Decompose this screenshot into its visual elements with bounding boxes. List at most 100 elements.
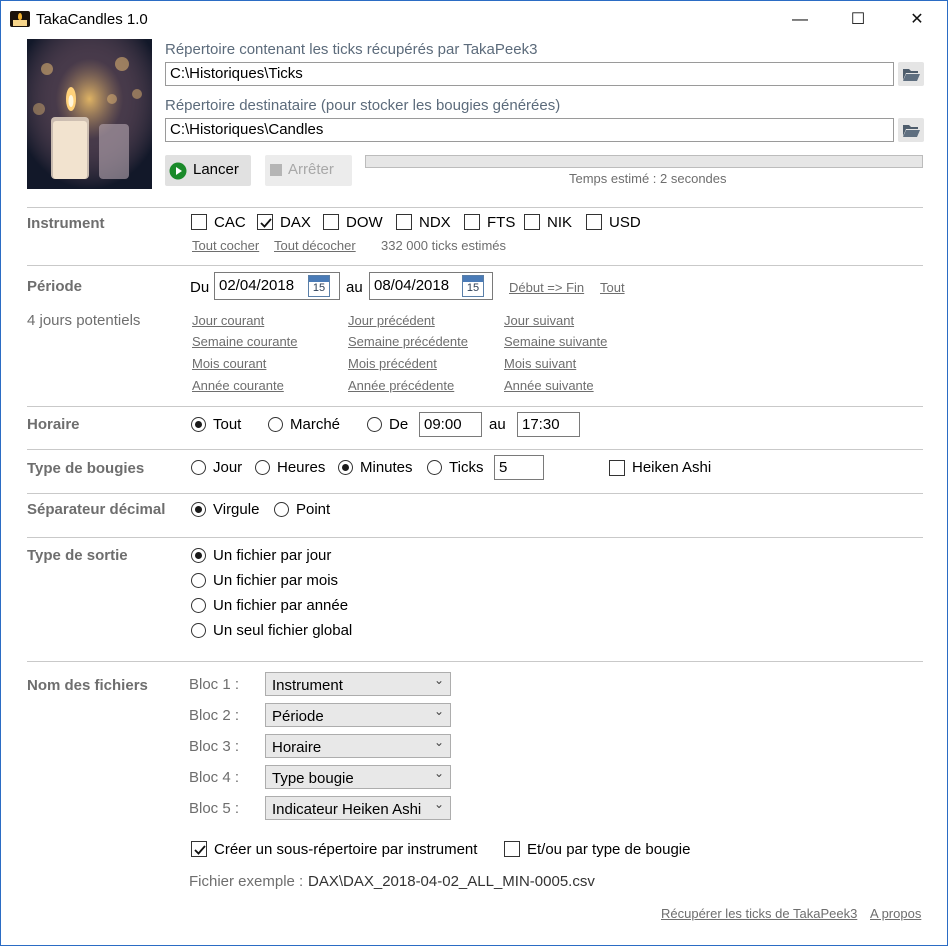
candle-period-input[interactable]: 5 (494, 455, 544, 480)
calendar-icon[interactable]: 15 (308, 275, 330, 297)
heiken-ashi-checkbox[interactable] (609, 460, 625, 476)
decimal-point-radio[interactable] (274, 502, 289, 517)
separator (27, 207, 923, 208)
calendar-icon[interactable]: 15 (462, 275, 484, 297)
folder-open-icon (903, 69, 920, 81)
destination-browse-button[interactable] (898, 118, 924, 142)
fetch-ticks-link[interactable]: Récupérer les ticks de TakaPeek3 (661, 906, 857, 921)
about-link[interactable]: A propos (870, 906, 921, 921)
start-to-end-link[interactable]: Début => Fin (509, 280, 584, 295)
schedule-custom-radio[interactable] (367, 417, 382, 432)
schedule-all-label: Tout (213, 416, 242, 433)
schedule-market-radio[interactable] (268, 417, 283, 432)
source-browse-button[interactable] (898, 62, 924, 86)
filename-block-select[interactable]: Horaire ⌄ (265, 734, 451, 758)
start-button-label: Lancer (193, 161, 239, 178)
period-to-label: au (346, 279, 363, 296)
schedule-from-input[interactable]: 09:00 (419, 412, 482, 437)
uncheck-all-link[interactable]: Tout décocher (274, 238, 356, 253)
filename-block-value: Indicateur Heiken Ashi (272, 801, 422, 818)
period-shortcut-link[interactable]: Semaine courante (192, 334, 298, 349)
candle-ticks-radio[interactable] (427, 460, 442, 475)
period-shortcut-link[interactable]: Année suivante (504, 378, 594, 393)
close-button[interactable]: ✕ (903, 9, 931, 31)
separator (27, 449, 923, 450)
period-shortcut-link[interactable]: Jour précédent (348, 313, 435, 328)
candle-day-radio[interactable] (191, 460, 206, 475)
instrument-label-cac: CAC (214, 214, 246, 231)
filename-block-label: Bloc 3 : (189, 738, 240, 755)
play-icon (169, 162, 187, 180)
period-shortcut-link[interactable]: Jour suivant (504, 313, 574, 328)
instrument-checkbox-nik[interactable] (524, 214, 540, 230)
period-shortcut-link[interactable]: Jour courant (192, 313, 264, 328)
candle-hours-label: Heures (277, 459, 326, 476)
decimal-separator-section-label: Séparateur décimal (27, 501, 166, 518)
filename-block-select[interactable]: Instrument ⌄ (265, 672, 451, 696)
check-icon (260, 218, 272, 228)
instrument-label-dow: DOW (346, 214, 383, 231)
period-section-label: Période (27, 278, 83, 295)
potential-days: 4 jours potentiels (27, 312, 141, 329)
output-type-radio[interactable] (191, 598, 206, 613)
filename-block-label: Bloc 2 : (189, 707, 240, 724)
period-shortcut-link[interactable]: Mois précédent (348, 356, 437, 371)
source-directory-input[interactable]: C:\Historiques\Ticks (165, 62, 894, 86)
period-shortcut-link[interactable]: Semaine précédente (348, 334, 468, 349)
period-shortcut-link[interactable]: Année précédente (348, 378, 454, 393)
candle-type-section-label: Type de bougies (27, 460, 145, 477)
candle-hours-radio[interactable] (255, 460, 270, 475)
candle-day-label: Jour (213, 459, 243, 476)
calendar-day: 15 (466, 282, 480, 294)
subdir-instrument-checkbox[interactable] (191, 841, 207, 857)
instrument-checkbox-usd[interactable] (586, 214, 602, 230)
source-directory-label: Répertoire contenant les ticks récupérés… (165, 41, 538, 58)
instrument-checkbox-dow[interactable] (323, 214, 339, 230)
destination-directory-label: Répertoire destinataire (pour stocker le… (165, 97, 561, 114)
schedule-custom-label: De (389, 416, 409, 433)
instrument-label-dax: DAX (280, 214, 311, 231)
period-to-date[interactable]: 08/04/2018 15 (369, 272, 493, 300)
output-type-label: Un fichier par jour (213, 547, 332, 564)
check-all-link[interactable]: Tout cocher (192, 238, 259, 253)
separator (27, 406, 923, 407)
all-period-link[interactable]: Tout (600, 280, 625, 295)
stop-button[interactable]: Arrêter (265, 155, 352, 186)
folder-open-icon (903, 125, 920, 137)
decimal-point-label: Point (296, 501, 331, 518)
period-shortcut-link[interactable]: Année courante (192, 378, 284, 393)
chevron-down-icon: ⌄ (433, 797, 444, 811)
subdir-type-label: Et/ou par type de bougie (527, 841, 691, 858)
period-shortcut-link[interactable]: Mois courant (192, 356, 266, 371)
instrument-label-usd: USD (609, 214, 641, 231)
ticks-estimate: 332 000 ticks estimés (381, 238, 507, 253)
instrument-checkbox-fts[interactable] (464, 214, 480, 230)
decimal-comma-radio[interactable] (191, 502, 206, 517)
start-button[interactable]: Lancer (165, 155, 251, 186)
filename-block-select[interactable]: Type bougie ⌄ (265, 765, 451, 789)
maximize-button[interactable]: ☐ (844, 9, 872, 31)
period-from-date[interactable]: 02/04/2018 15 (214, 272, 340, 300)
output-type-radio[interactable] (191, 623, 206, 638)
instrument-checkbox-dax[interactable] (257, 214, 273, 230)
separator (27, 537, 923, 538)
candle-app-icon (10, 11, 30, 27)
filename-block-select[interactable]: Période ⌄ (265, 703, 451, 727)
filename-block-label: Bloc 1 : (189, 676, 240, 693)
output-type-radio[interactable] (191, 573, 206, 588)
stop-icon (270, 164, 282, 176)
candle-minutes-radio[interactable] (338, 460, 353, 475)
output-type-label: Un fichier par année (213, 597, 349, 614)
period-shortcut-link[interactable]: Mois suivant (504, 356, 576, 371)
output-type-radio[interactable] (191, 548, 206, 563)
schedule-all-radio[interactable] (191, 417, 206, 432)
period-shortcut-link[interactable]: Semaine suivante (504, 334, 607, 349)
destination-directory-input[interactable]: C:\Historiques\Candles (165, 118, 894, 142)
subdir-type-checkbox[interactable] (504, 841, 520, 857)
schedule-to-input[interactable]: 17:30 (517, 412, 580, 437)
filename-section-label: Nom des fichiers (27, 677, 148, 694)
minimize-button[interactable]: — (786, 9, 814, 31)
instrument-checkbox-ndx[interactable] (396, 214, 412, 230)
filename-block-select[interactable]: Indicateur Heiken Ashi ⌄ (265, 796, 451, 820)
instrument-checkbox-cac[interactable] (191, 214, 207, 230)
